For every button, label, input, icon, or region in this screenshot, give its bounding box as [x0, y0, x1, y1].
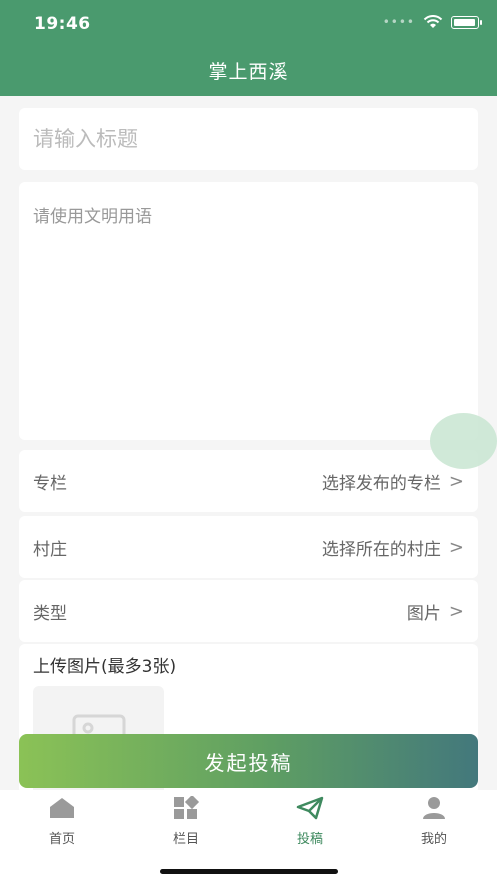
home-indicator	[160, 869, 338, 874]
village-label: 村庄	[33, 539, 67, 560]
type-select-row[interactable]: 类型 图片 >	[19, 580, 478, 642]
chevron-right-icon: >	[448, 600, 464, 622]
column-label: 专栏	[33, 473, 67, 494]
send-icon	[296, 796, 324, 820]
column-value: 选择发布的专栏	[321, 473, 441, 494]
type-label: 类型	[33, 603, 67, 624]
chevron-right-icon: >	[448, 536, 464, 558]
tab-home[interactable]: 首页	[12, 796, 112, 847]
grid-icon	[174, 794, 200, 819]
upload-title: 上传图片(最多3张)	[33, 657, 177, 677]
status-icons: ••••	[382, 15, 482, 29]
user-icon	[423, 797, 445, 819]
tab-mine[interactable]: 我的	[384, 796, 484, 847]
app-header: 19:46 •••• 掌上西溪	[0, 0, 497, 96]
tab-home-label: 首页	[48, 832, 75, 847]
tab-columns-label: 栏目	[172, 832, 199, 847]
village-value: 选择所在的村庄	[321, 539, 441, 560]
wifi-icon	[423, 15, 443, 28]
tab-mine-label: 我的	[420, 832, 447, 847]
tab-submit-label: 投稿	[296, 832, 323, 847]
floating-button[interactable]	[430, 413, 497, 469]
status-time: 19:46	[34, 14, 91, 34]
chevron-right-icon: >	[448, 470, 464, 492]
tab-submit[interactable]: 投稿	[260, 796, 360, 847]
village-select-row[interactable]: 村庄 选择所在的村庄 >	[19, 516, 478, 578]
column-select-row[interactable]: 专栏 选择发布的专栏 >	[19, 450, 478, 512]
content-textarea[interactable]	[19, 182, 478, 440]
home-icon	[50, 798, 74, 818]
type-value: 图片	[406, 603, 441, 624]
battery-icon	[451, 15, 482, 29]
tab-columns[interactable]: 栏目	[136, 794, 236, 847]
title-input[interactable]	[19, 108, 478, 170]
signal-icon: ••••	[382, 15, 415, 29]
submit-button[interactable]: 发起投稿	[19, 734, 478, 788]
page-title: 掌上西溪	[208, 61, 289, 83]
